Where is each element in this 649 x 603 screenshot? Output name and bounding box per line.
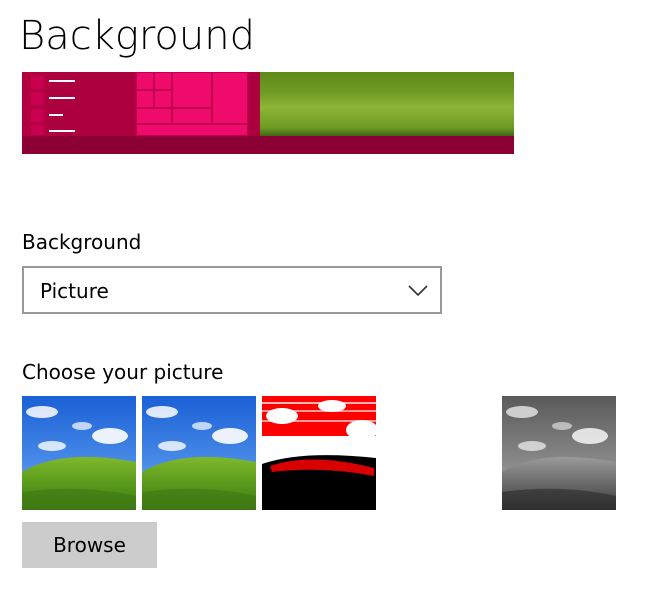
picture-thumbnail-2[interactable]	[142, 396, 256, 510]
preview-taskbar	[22, 136, 514, 154]
page-title: Background	[19, 13, 255, 59]
preview-tile	[172, 108, 212, 124]
preview-tile	[172, 72, 212, 108]
preview-start-menu	[22, 72, 260, 136]
preview-tile	[136, 108, 172, 124]
preview-start-square	[31, 76, 44, 89]
picture-thumbnail-4[interactable]	[382, 396, 496, 510]
preview-menu-line	[49, 97, 75, 99]
background-dropdown-value: Picture	[40, 279, 109, 303]
background-label: Background	[22, 230, 142, 254]
picture-thumbnail-5[interactable]	[502, 396, 616, 510]
picture-thumbnail-3[interactable]	[262, 396, 376, 510]
preview-menu-line	[49, 130, 75, 132]
preview-tile	[154, 90, 172, 108]
browse-button[interactable]: Browse	[22, 522, 157, 568]
preview-start-square	[31, 92, 44, 105]
preview-tile	[136, 124, 248, 136]
preview-tile	[212, 72, 248, 124]
picture-thumbnail-1[interactable]	[22, 396, 136, 510]
chevron-down-icon	[408, 282, 428, 298]
preview-tile	[136, 72, 154, 90]
preview-menu-line	[49, 114, 63, 116]
preview-start-square	[31, 109, 44, 122]
preview-tile	[154, 72, 172, 90]
preview-menu-line	[49, 80, 75, 82]
preview-start-square	[31, 125, 44, 135]
choose-picture-label: Choose your picture	[22, 360, 224, 384]
preview-tiles	[136, 72, 248, 136]
preview-tile	[136, 90, 154, 108]
desktop-preview	[22, 72, 514, 154]
background-dropdown[interactable]: Picture	[22, 266, 442, 314]
preview-wallpaper	[260, 72, 514, 136]
